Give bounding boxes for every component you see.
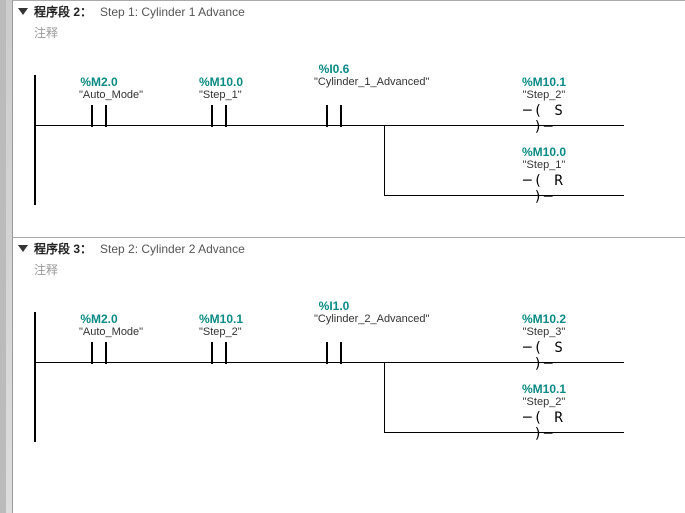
gutter [6,0,13,513]
contact-step1[interactable]: %M10.0 "Step_1" [199,75,239,115]
coil-symbol: "Step_2" [514,89,574,101]
coil-address: %M10.2 [514,312,574,326]
coil-glyph: ─( R )─ [514,410,574,442]
coil-reset-step2[interactable]: %M10.1 "Step_2" ─( R )─ [514,382,574,442]
contact-address: %M2.0 [79,312,119,326]
contact-symbol: "Auto_Mode" [79,89,119,101]
coil-symbol: "Step_3" [514,326,574,338]
collapse-icon[interactable] [18,245,28,252]
contact-address: %I0.6 [314,62,354,76]
network-header[interactable]: 程序段 2： Step 1: Cylinder 1 Advance [6,1,685,22]
network-description: Step 1: Cylinder 1 Advance [100,5,245,19]
wire [384,125,385,195]
contact-auto-mode[interactable]: %M2.0 "Auto_Mode" [79,75,119,115]
contact-cyl1-adv[interactable]: %I0.6 "Cylinder_1_Advanced" [314,62,354,102]
contact-symbol: "Step_1" [199,89,239,101]
network-header[interactable]: 程序段 3： Step 2: Cylinder 2 Advance [6,238,685,259]
network-title: 程序段 2： [34,3,92,20]
rung-area[interactable]: %M2.0 "Auto_Mode" %M10.0 "Step_1" %I0.6 … [34,47,675,227]
coil-glyph: ─( R )─ [514,173,574,205]
wire [384,195,624,196]
power-rail [34,312,36,442]
power-rail [34,75,36,205]
contact-glyph-icon [322,342,346,364]
contact-cyl2-adv[interactable]: %I1.0 "Cylinder_2_Advanced" [314,299,354,339]
contact-glyph-icon [207,342,231,364]
coil-set-step2[interactable]: %M10.1 "Step_2" ─( S )─ [514,75,574,135]
coil-address: %M10.1 [514,75,574,89]
coil-symbol: "Step_2" [514,396,574,408]
coil-address: %M10.1 [514,382,574,396]
wire [384,362,385,432]
contact-glyph-icon [207,105,231,127]
contact-address: %M10.1 [199,312,239,326]
contact-step2[interactable]: %M10.1 "Step_2" [199,312,239,352]
coil-glyph: ─( S )─ [514,103,574,135]
coil-address: %M10.0 [514,145,574,159]
contact-glyph-icon [87,342,111,364]
collapse-icon[interactable] [18,8,28,15]
contact-symbol: "Cylinder_1_Advanced" [314,76,354,88]
contact-symbol: "Cylinder_2_Advanced" [314,313,354,325]
contact-address: %M10.0 [199,75,239,89]
network-2[interactable]: 程序段 2： Step 1: Cylinder 1 Advance 注释 %M2… [6,0,685,227]
comment-label[interactable]: 注释 [6,259,685,284]
comment-label[interactable]: 注释 [6,22,685,47]
contact-glyph-icon [87,105,111,127]
contact-address: %I1.0 [314,299,354,313]
wire [384,432,624,433]
lad-editor: 程序段 2： Step 1: Cylinder 1 Advance 注释 %M2… [0,0,685,513]
contact-glyph-icon [322,105,346,127]
coil-symbol: "Step_1" [514,159,574,171]
coil-set-step3[interactable]: %M10.2 "Step_3" ─( S )─ [514,312,574,372]
coil-glyph: ─( S )─ [514,340,574,372]
contact-address: %M2.0 [79,75,119,89]
coil-reset-step1[interactable]: %M10.0 "Step_1" ─( R )─ [514,145,574,205]
network-description: Step 2: Cylinder 2 Advance [100,242,245,256]
rung-area[interactable]: %M2.0 "Auto_Mode" %M10.1 "Step_2" %I1.0 … [34,284,675,464]
contact-auto-mode[interactable]: %M2.0 "Auto_Mode" [79,312,119,352]
network-3[interactable]: 程序段 3： Step 2: Cylinder 2 Advance 注释 %M2… [6,237,685,464]
network-title: 程序段 3： [34,240,92,257]
contact-symbol: "Step_2" [199,326,239,338]
contact-symbol: "Auto_Mode" [79,326,119,338]
